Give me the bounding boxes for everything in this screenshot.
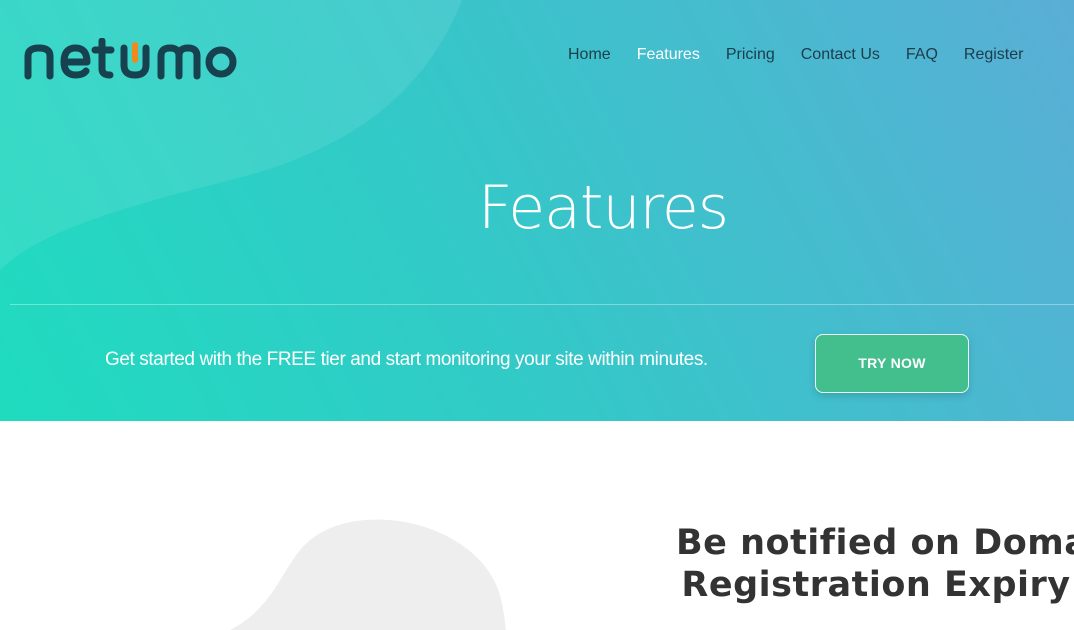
main-nav: Home Features Pricing Contact Us FAQ Reg… [555,44,1036,66]
cta-text: Get started with the FREE tier and start… [105,349,708,370]
try-now-button[interactable]: TRY NOW [815,334,969,393]
page-title: Features [478,173,729,243]
nav-features-link[interactable]: Features [637,44,700,66]
nav-home-link[interactable]: Home [568,44,611,66]
feature-illustration-blob [230,519,506,630]
section-heading: Be notified on Domain Registration Expir… [676,522,1074,606]
nav-contact-link[interactable]: Contact Us [801,44,880,66]
nav-pricing-link[interactable]: Pricing [726,44,775,66]
hero-divider [10,304,1074,305]
section-heading-line2: Registration Expiry [681,565,1071,605]
netumo-logo[interactable] [22,38,240,80]
hero-banner: Home Features Pricing Contact Us FAQ Reg… [0,0,1074,421]
nav-register-link[interactable]: Register [964,44,1024,66]
nav-faq-link[interactable]: FAQ [906,44,938,66]
section-heading-line1: Be notified on Domain [676,523,1074,563]
